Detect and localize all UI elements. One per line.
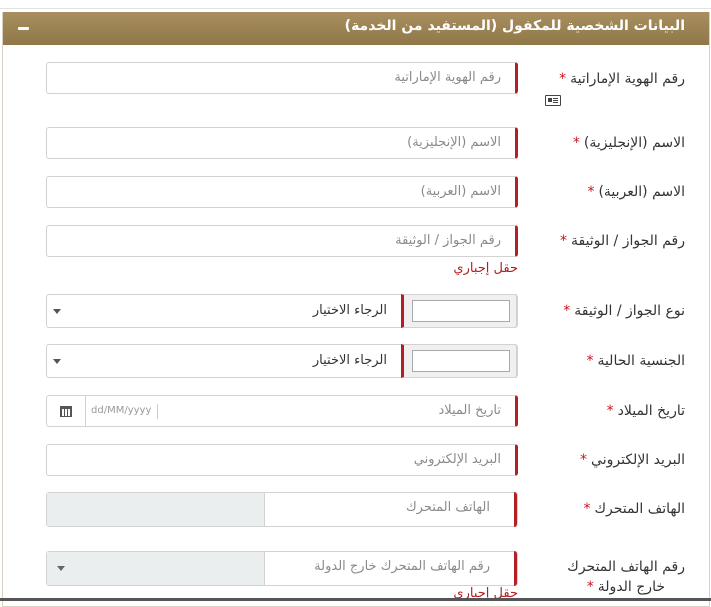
- mobile-abroad-country-select[interactable]: [47, 552, 265, 585]
- label-emirates-id: رقم الهوية الإماراتية*: [535, 69, 685, 89]
- required-mark: *: [580, 452, 588, 468]
- passport-type-search-box: [401, 294, 517, 328]
- mobile-field: الهاتف المتحرك: [46, 492, 518, 527]
- passport-type-selected: الرجاء الاختيار: [312, 303, 387, 318]
- label-birth-date: تاريخ الميلاد*: [535, 401, 685, 421]
- mobile-placeholder: الهاتف المتحرك: [405, 500, 490, 515]
- label-text: تاريخ الميلاد: [617, 403, 685, 419]
- calendar-button[interactable]: [47, 396, 86, 426]
- passport-no-placeholder: رقم الجواز / الوثيقة: [395, 233, 501, 248]
- required-mark: *: [559, 71, 567, 87]
- emirates-id-input[interactable]: رقم الهوية الإماراتية: [46, 62, 518, 94]
- top-strip: [0, 0, 711, 9]
- passport-no-error: حقل إجباري: [453, 261, 518, 276]
- caret-down-icon[interactable]: [57, 566, 65, 571]
- label-email: البريد الإلكتروني*: [535, 450, 685, 470]
- required-mark: *: [559, 233, 567, 249]
- passport-no-input[interactable]: رقم الجواز / الوثيقة: [46, 225, 518, 257]
- required-mark: *: [606, 403, 614, 419]
- mobile-country-code-disabled: [47, 493, 265, 526]
- mobile-abroad-input[interactable]: رقم الهاتف المتحرك خارج الدولة: [263, 551, 517, 586]
- name-ar-placeholder: الاسم (العربية): [420, 184, 501, 199]
- label-mobile: الهاتف المتحرك*: [535, 499, 686, 519]
- panel-title: البيانات الشخصية للمكفول (المستفيد من ال…: [344, 18, 685, 34]
- nationality-search-input[interactable]: [412, 350, 510, 372]
- nationality-select[interactable]: الرجاء الاختيار: [46, 344, 518, 378]
- label-name-en: الاسم (الإنجليزية)*: [535, 133, 685, 153]
- label-text: الاسم (العربية): [598, 184, 685, 200]
- passport-type-select[interactable]: الرجاء الاختيار: [46, 294, 518, 328]
- required-mark: *: [587, 184, 595, 200]
- birth-date-input[interactable]: تاريخ الميلاد dd/MM/yyyy: [46, 395, 518, 427]
- name-en-input[interactable]: الاسم (الإنجليزية): [46, 127, 518, 159]
- id-card-icon: [545, 95, 561, 106]
- nationality-search-box: [401, 344, 517, 378]
- mobile-input[interactable]: الهاتف المتحرك: [263, 492, 517, 527]
- required-mark: *: [583, 501, 591, 517]
- birth-date-placeholder: تاريخ الميلاد: [438, 403, 501, 418]
- label-text: الجنسية الحالية: [597, 353, 685, 369]
- calendar-icon: [60, 405, 72, 417]
- passport-type-search-input[interactable]: [412, 300, 510, 322]
- label-name-ar: الاسم (العربية)*: [535, 182, 685, 202]
- name-ar-input[interactable]: الاسم (العربية): [46, 176, 518, 208]
- name-en-placeholder: الاسم (الإنجليزية): [407, 135, 501, 150]
- email-input[interactable]: البريد الإلكتروني: [46, 444, 518, 476]
- label-mobile-abroad: رقم الهاتف المتحرك خارج الدولة*: [535, 557, 685, 597]
- label-text: البريد الإلكتروني: [591, 452, 685, 468]
- label-text: نوع الجواز / الوثيقة: [574, 303, 685, 319]
- collapse-minus-icon[interactable]: [15, 20, 31, 36]
- mobile-abroad-placeholder: رقم الهاتف المتحرك خارج الدولة: [314, 559, 490, 574]
- label-text: الهاتف المتحرك: [594, 501, 686, 517]
- email-placeholder: البريد الإلكتروني: [413, 452, 501, 467]
- panel-header: البيانات الشخصية للمكفول (المستفيد من ال…: [3, 12, 709, 45]
- nationality-selected: الرجاء الاختيار: [312, 353, 387, 368]
- emirates-id-placeholder: رقم الهوية الإماراتية: [394, 70, 501, 85]
- label-nationality: الجنسية الحالية*: [535, 351, 685, 371]
- label-text: الاسم (الإنجليزية): [583, 135, 685, 151]
- label-text: رقم الهوية الإماراتية: [570, 71, 685, 87]
- label-line2: خارج الدولة: [597, 579, 665, 595]
- caret-down-icon[interactable]: [53, 359, 61, 364]
- label-line2-wrap: خارج الدولة*: [535, 577, 665, 597]
- required-mark: *: [572, 135, 580, 151]
- label-passport-no: رقم الجواز / الوثيقة*: [535, 231, 685, 251]
- date-format-hint: dd/MM/yyyy: [91, 405, 152, 416]
- label-passport-type: نوع الجواز / الوثيقة*: [535, 301, 685, 321]
- divider: [157, 404, 158, 419]
- label-text: رقم الجواز / الوثيقة: [570, 233, 685, 249]
- caret-down-icon[interactable]: [53, 309, 61, 314]
- label-line1: رقم الهاتف المتحرك: [567, 559, 685, 575]
- required-mark: *: [563, 303, 571, 319]
- required-mark: *: [586, 353, 594, 369]
- required-mark: *: [586, 579, 594, 595]
- mobile-abroad-field: رقم الهاتف المتحرك خارج الدولة: [46, 551, 518, 586]
